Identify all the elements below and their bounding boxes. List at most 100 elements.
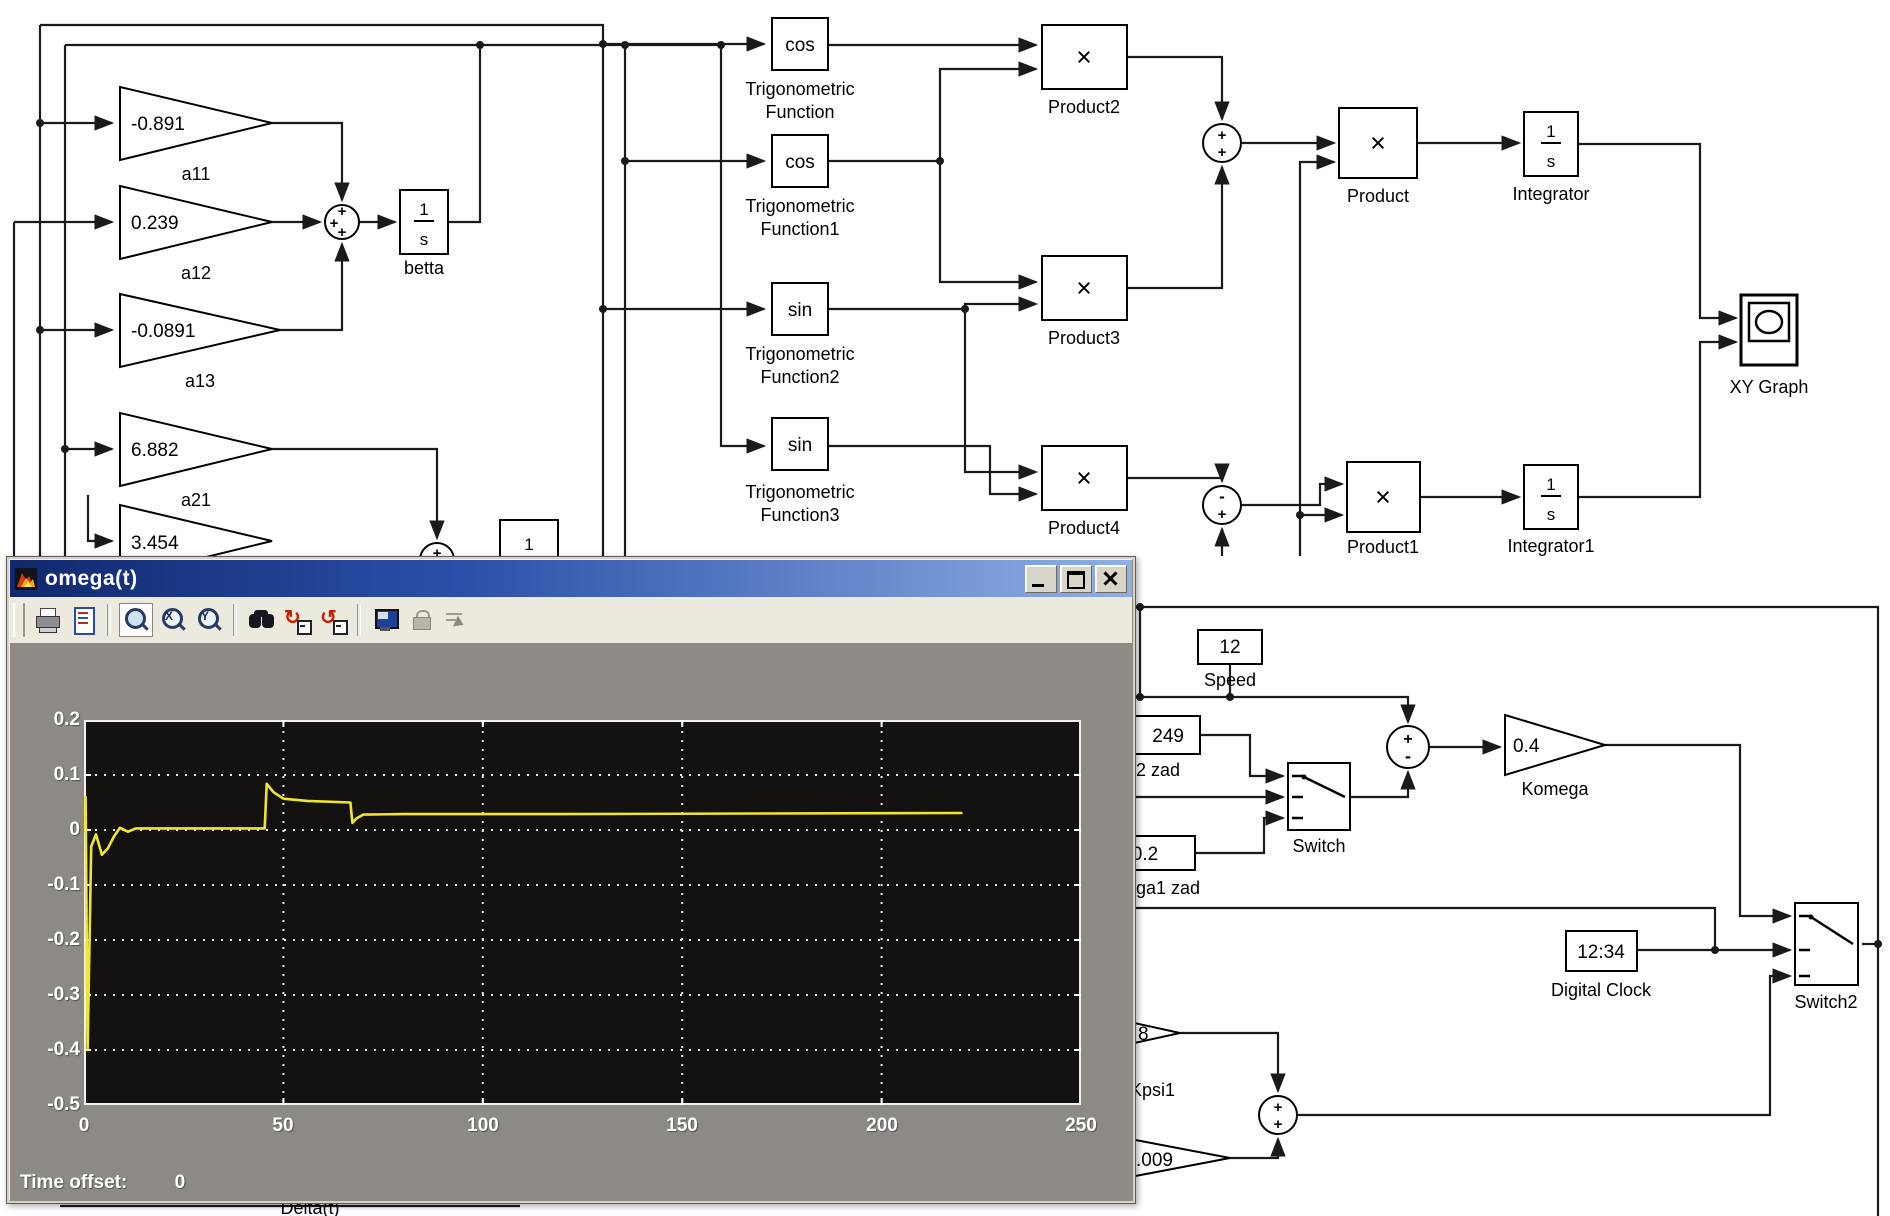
frac-den: s [1547, 505, 1556, 524]
switch2-block[interactable]: Switch2 [1794, 903, 1858, 1012]
sum-komega[interactable]: + - [1387, 726, 1429, 768]
scope-client-area: 0.2 0.1 0 -0.1 -0.2 -0.3 -0.4 -0.5 0 50 … [10, 643, 1132, 1200]
product3-block[interactable]: × Product3 [1042, 256, 1127, 348]
sum-sign: + [1218, 506, 1227, 523]
zoom-x-button[interactable]: X [157, 604, 189, 636]
scope-toolbar: X Y ↻ ↺ [10, 597, 1132, 644]
block-label: Trigonometric [745, 79, 854, 99]
block-label: Switch [1292, 836, 1345, 856]
ytick-label: -0.3 [32, 984, 80, 1006]
autoscale-binoculars-button[interactable] [245, 604, 277, 636]
sum-a[interactable]: + + [1203, 124, 1241, 162]
gain-a21[interactable]: 6.882 a21 [120, 413, 272, 510]
toolbar-separator [107, 604, 111, 636]
xy-graph-block[interactable]: XY Graph [1730, 295, 1809, 397]
switch-block[interactable]: Switch [1288, 763, 1350, 856]
sum-sign: + [1274, 1116, 1283, 1133]
gain-komega[interactable]: 0.4 Komega [1505, 715, 1605, 799]
block-label: Product [1347, 186, 1409, 206]
minimize-button[interactable] [1025, 565, 1057, 593]
ytick-label: -0.4 [32, 1039, 80, 1061]
integrator-block[interactable]: 1 s Integrator [1512, 112, 1589, 204]
ytick-label: -0.1 [32, 874, 80, 896]
block-label: Product1 [1347, 537, 1419, 557]
save-axes-button[interactable]: ↻ [281, 604, 313, 636]
block-label: ga1 zad [1136, 878, 1200, 898]
lock-axes-button[interactable] [405, 604, 437, 636]
restore-axes-button[interactable]: ↺ [317, 604, 349, 636]
maximize-button[interactable] [1060, 565, 1092, 593]
product2-block[interactable]: × Product2 [1042, 25, 1127, 117]
block-label: Function [765, 102, 834, 122]
xtick-label: 0 [56, 1115, 112, 1137]
product-symbol: × [1370, 128, 1386, 158]
block-label: Speed [1204, 670, 1256, 690]
trig-function2[interactable]: sin Trigonometric Function2 [745, 283, 854, 387]
gain-a12[interactable]: 0.239 a12 [120, 186, 272, 283]
signal-selection-button[interactable] [441, 604, 473, 636]
toolbar-separator [233, 604, 237, 636]
scope-window[interactable]: omega(t) X Y [6, 556, 1136, 1204]
block-label: Integrator [1512, 184, 1589, 204]
time-offset-label: Time offset: [20, 1172, 127, 1193]
print-button[interactable] [31, 604, 63, 636]
toolbar-grip[interactable] [13, 603, 25, 637]
parameters-button[interactable] [67, 604, 99, 636]
sum-psi1[interactable]: + + [1259, 1096, 1297, 1134]
block-label: Function3 [760, 505, 839, 525]
block-label: Function1 [760, 219, 839, 239]
frac-num: 1 [524, 535, 533, 554]
sum-sign: + [338, 203, 347, 220]
trig-op: sin [788, 300, 812, 321]
sum-betta[interactable]: + + + [325, 203, 359, 241]
floating-scope-button[interactable] [369, 604, 401, 636]
const-value: 12 [1219, 637, 1240, 658]
trig-function3[interactable]: sin Trigonometric Function3 [745, 418, 854, 525]
gain-a21-label: a21 [181, 490, 211, 510]
ytick-label: 0.2 [32, 709, 80, 731]
integrator-betta[interactable]: 1 s betta [400, 190, 448, 278]
matlab-icon [15, 568, 37, 590]
gain-a12-value: 0.239 [131, 213, 179, 234]
product-symbol: × [1076, 42, 1092, 72]
product1-block[interactable]: × Product1 [1347, 462, 1420, 557]
sum-sign: + [1218, 144, 1227, 161]
sum-sign: + [1274, 1099, 1283, 1116]
scope-plot[interactable] [84, 720, 1081, 1105]
trig-op: sin [788, 435, 812, 456]
gain-a13[interactable]: -0.0891 a13 [120, 294, 280, 391]
gain-a21-value: 6.882 [131, 440, 179, 461]
frac-num: 1 [1546, 122, 1555, 141]
product-block[interactable]: × Product [1339, 108, 1417, 206]
frac-den: s [420, 230, 429, 249]
integrator1-block[interactable]: 1 s Integrator1 [1507, 465, 1594, 556]
xtick-label: 100 [455, 1115, 511, 1137]
gain-value: .009 [1136, 1150, 1173, 1171]
digital-clock-block[interactable]: 12:34 Digital Clock [1551, 931, 1652, 1000]
sum-d[interactable]: - + [1203, 486, 1241, 524]
trig-function1[interactable]: cos Trigonometric Function1 [745, 135, 854, 239]
block-label: Komega [1521, 779, 1589, 799]
speed-constant[interactable]: 12 Speed [1198, 630, 1262, 690]
gain-a11[interactable]: -0.891 a11 [120, 87, 272, 184]
close-button[interactable] [1095, 565, 1127, 593]
frac-num: 1 [419, 200, 428, 219]
ytick-label: -0.2 [32, 929, 80, 951]
frac-num: 1 [1546, 475, 1555, 494]
product4-block[interactable]: × Product4 [1042, 446, 1127, 538]
block-label: Kpsi1 [1130, 1080, 1175, 1100]
toolbar-separator [357, 604, 361, 636]
xtick-label: 150 [654, 1115, 710, 1137]
zoom-button[interactable] [119, 603, 153, 637]
product-symbol: × [1076, 273, 1092, 303]
gain-a13-label: a13 [185, 371, 215, 391]
trig-function[interactable]: cos Trigonometric Function [745, 18, 854, 122]
gain-a12-label: a12 [181, 263, 211, 283]
product-symbol: × [1375, 482, 1391, 512]
block-label: Integrator1 [1507, 536, 1594, 556]
scope-window-title: omega(t) [45, 567, 138, 591]
zoom-y-button[interactable]: Y [193, 604, 225, 636]
block-label: Trigonometric [745, 482, 854, 502]
scope-titlebar[interactable]: omega(t) [10, 560, 1132, 597]
block-label: Digital Clock [1551, 980, 1652, 1000]
